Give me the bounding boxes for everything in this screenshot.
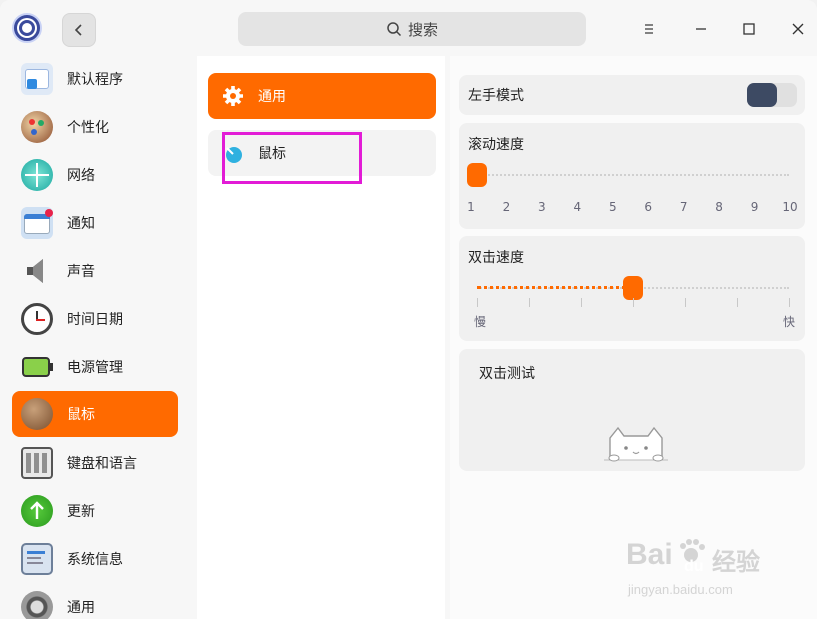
double-click-speed-tick-mark [685, 298, 686, 307]
sidebar-item-label: 系统信息 [67, 552, 123, 568]
search-icon [387, 22, 402, 37]
double-click-test-label: 双击测试 [479, 366, 535, 382]
double-click-speed-tick-mark [737, 298, 738, 307]
sidebar-item-system-info[interactable]: 系统信息 [12, 536, 178, 582]
double-click-speed-card: 双击速度 慢 快 [459, 236, 805, 341]
sidebar-item-label: 电源管理 [67, 360, 123, 376]
scroll-speed-label: 滚动速度 [468, 137, 524, 153]
scroll-speed-track[interactable] [477, 174, 789, 176]
search-placeholder: 搜索 [407, 20, 438, 39]
scroll-speed-tick-label: 5 [608, 200, 617, 214]
default-apps-icon [21, 63, 53, 95]
toggle-knob [747, 83, 777, 107]
sidebar-item-label: 通知 [67, 216, 95, 232]
double-click-speed-tick-mark [529, 298, 530, 307]
sidebar-item-general[interactable]: 通用 [12, 584, 178, 619]
left-hand-mode-toggle[interactable] [747, 83, 797, 107]
scroll-speed-handle[interactable] [467, 163, 487, 187]
double-click-test-card: 双击测试 [459, 349, 805, 471]
search-input[interactable]: 搜索 [238, 12, 586, 46]
sidebar-item-label: 声音 [67, 264, 95, 280]
sub-nav-item-general[interactable]: 通用 [208, 73, 436, 119]
sidebar-item-network[interactable]: 网络 [12, 152, 178, 198]
sidebar-item-label: 通用 [67, 600, 95, 616]
left-hand-mode-card: 左手模式 [459, 75, 805, 115]
sidebar-item-label: 更新 [67, 504, 95, 520]
sidebar-item-datetime[interactable]: 时间日期 [12, 296, 178, 342]
sidebar-item-label: 时间日期 [67, 312, 123, 328]
network-icon [21, 159, 53, 191]
minimize-icon [696, 28, 706, 30]
sidebar-item-notification[interactable]: 通知 [12, 200, 178, 246]
gear-icon [222, 85, 244, 107]
general-icon [21, 591, 53, 619]
scroll-speed-tick-label: 8 [715, 200, 723, 214]
sidebar-item-label: 网络 [67, 168, 95, 184]
scroll-speed-tick-label: 7 [679, 200, 688, 214]
scroll-speed-tick-label: 4 [573, 200, 582, 214]
sidebar-item-update[interactable]: 更新 [12, 488, 178, 534]
scroll-speed-tick-label: 6 [644, 200, 653, 214]
maximize-button[interactable] [734, 14, 764, 44]
sub-nav-item-mouse[interactable]: 鼠标 [208, 130, 436, 176]
sound-icon [21, 255, 53, 287]
slow-label: 慢 [474, 315, 487, 329]
clock-icon [21, 303, 53, 335]
double-click-speed-tick-mark [477, 298, 478, 307]
sidebar-item-personalization[interactable]: 个性化 [12, 104, 178, 150]
menu-button[interactable] [634, 14, 664, 44]
chevron-left-icon [74, 24, 82, 36]
settings-window: 搜索 默认程序 个性化 网络 通知 声音 时间日期 电源管理 鼠标 键盘和语言 … [0, 0, 817, 619]
double-click-test-area[interactable] [604, 424, 668, 464]
sub-nav-panel: 通用 鼠标 [197, 56, 445, 619]
sidebar: 默认程序 个性化 网络 通知 声音 时间日期 电源管理 鼠标 键盘和语言 更新 … [0, 56, 190, 619]
sidebar-item-label: 默认程序 [67, 72, 123, 88]
scroll-speed-tick-label: 10 [782, 200, 798, 214]
personalization-icon [21, 111, 53, 143]
fast-label: 快 [783, 315, 796, 329]
double-click-speed-handle[interactable] [623, 276, 643, 300]
scroll-speed-tick-label: 1 [467, 200, 475, 214]
sidebar-item-mouse[interactable]: 鼠标 [12, 391, 178, 437]
minimize-button[interactable] [686, 14, 716, 44]
double-click-speed-tick-mark [633, 298, 634, 307]
sub-nav-label: 鼠标 [258, 146, 286, 162]
double-click-speed-tick-mark [581, 298, 582, 307]
mouse-icon [21, 398, 53, 430]
menu-icon [645, 24, 653, 34]
battery-icon [21, 351, 53, 383]
sidebar-item-label: 个性化 [67, 120, 109, 136]
sidebar-item-sound[interactable]: 声音 [12, 248, 178, 294]
system-info-icon [21, 543, 53, 575]
sidebar-item-default-apps[interactable]: 默认程序 [12, 56, 178, 102]
notification-icon [21, 207, 53, 239]
title-bar: 搜索 [0, 0, 817, 56]
sidebar-item-label: 鼠标 [67, 407, 95, 423]
close-button[interactable] [783, 14, 813, 44]
close-icon [792, 23, 804, 35]
double-click-speed-tick-mark [789, 298, 790, 307]
scroll-speed-tick-label: 9 [750, 200, 759, 214]
double-click-speed-fill [477, 286, 633, 289]
settings-content: 左手模式 滚动速度 1 2 3 4 5 6 7 8 9 10 双击速度 慢 快 双击测试 [450, 56, 817, 619]
scroll-speed-tick-label: 2 [502, 200, 511, 214]
left-hand-mode-label: 左手模式 [468, 88, 524, 104]
scroll-speed-tick-label: 3 [538, 200, 546, 214]
sidebar-item-power[interactable]: 电源管理 [12, 344, 178, 390]
cat-icon [604, 426, 668, 462]
keyboard-icon [21, 447, 53, 479]
sidebar-item-keyboard[interactable]: 键盘和语言 [12, 440, 178, 486]
maximize-icon [743, 23, 755, 35]
sub-nav-label: 通用 [258, 89, 286, 105]
update-icon [21, 495, 53, 527]
app-logo-icon [12, 13, 42, 43]
back-button[interactable] [62, 13, 96, 47]
double-click-speed-label: 双击速度 [468, 250, 524, 266]
scroll-speed-card: 滚动速度 1 2 3 4 5 6 7 8 9 10 [459, 123, 805, 229]
mouse-icon [222, 142, 244, 164]
sidebar-item-label: 键盘和语言 [67, 456, 137, 472]
